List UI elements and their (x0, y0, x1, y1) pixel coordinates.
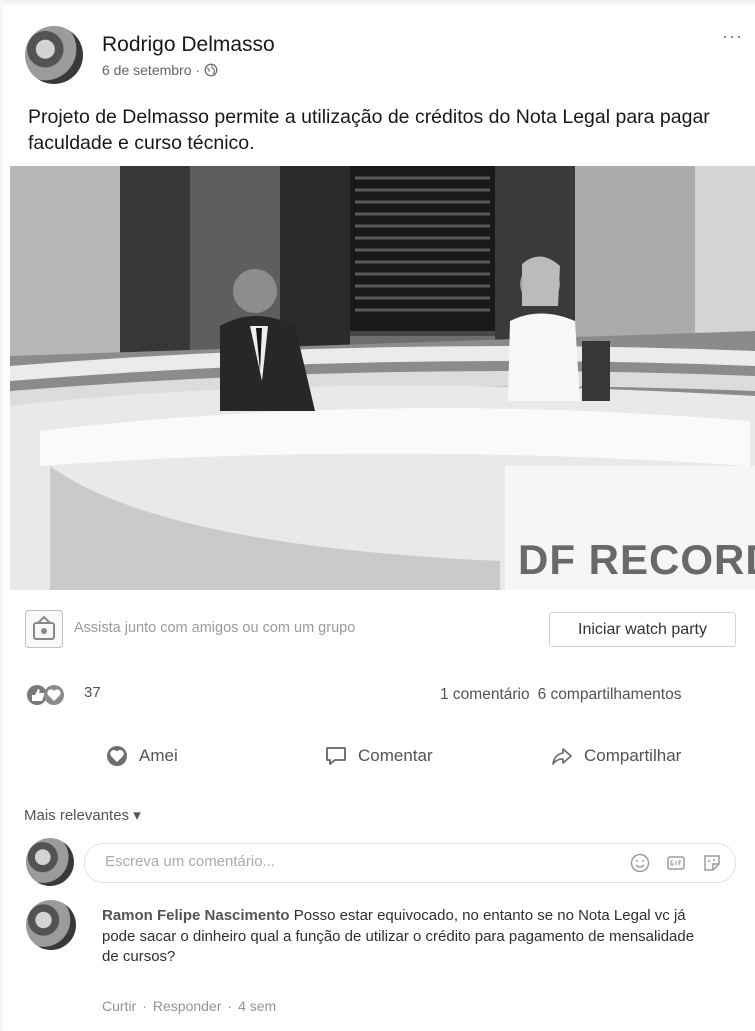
reactions-icons[interactable] (25, 683, 85, 707)
channel-logo: DF RECORD (518, 536, 755, 583)
post-meta: 6 de setembro · (102, 62, 218, 78)
comment-time[interactable]: 4 sem (238, 998, 276, 1014)
like-comment-link[interactable]: Curtir (102, 998, 136, 1014)
reactions-count[interactable]: 37 (84, 684, 101, 701)
share-icon (552, 748, 572, 765)
love-button[interactable]: Amei (105, 744, 178, 768)
post-date[interactable]: 6 de setembro (102, 62, 192, 78)
gif-icon[interactable] (665, 852, 687, 874)
page-edge (0, 0, 3, 1031)
comment-actions-separator: · (227, 998, 233, 1014)
reply-link[interactable]: Responder (153, 998, 222, 1014)
love-label: Amei (139, 746, 178, 765)
meta-separator: · (195, 62, 201, 78)
more-options-button[interactable]: ··· (722, 26, 743, 47)
shares-count[interactable]: 6 compartilhamentos (538, 686, 682, 704)
current-user-avatar (26, 838, 74, 886)
comment-sort-dropdown[interactable]: Mais relevantes ▾ (24, 806, 141, 824)
share-button[interactable]: Compartilhar (550, 744, 681, 768)
comment-item: Ramon Felipe Nascimento Posso estar equi… (102, 906, 702, 968)
emoji-icon[interactable] (629, 852, 651, 874)
author-avatar[interactable] (25, 26, 83, 84)
start-watch-party-button[interactable]: Iniciar watch party (549, 612, 736, 647)
comment-button[interactable]: Comentar (324, 744, 433, 768)
video-player[interactable]: DF RECORD (10, 166, 755, 590)
scan-edge (0, 0, 755, 10)
sticker-icon[interactable] (701, 852, 723, 874)
composer-tools (629, 852, 723, 874)
author-name[interactable]: Rodrigo Delmasso (102, 33, 275, 57)
video-frame (10, 166, 755, 590)
commenter-avatar[interactable] (26, 900, 76, 950)
comment-author[interactable]: Ramon Felipe Nascimento (102, 907, 290, 924)
comment-actions: Curtir · Responder · 4 sem (102, 998, 276, 1014)
comment-input[interactable] (103, 852, 587, 871)
globe-icon (204, 63, 218, 77)
watch-party-prompt: Assista junto com amigos ou com um grupo (74, 620, 356, 636)
watch-party-icon (25, 610, 63, 648)
comment-label: Comentar (358, 746, 433, 765)
post-stats: 1 comentário 6 compartilhamentos (440, 686, 681, 704)
post-text: Projeto de Delmasso permite a utilização… (28, 106, 710, 154)
comments-count[interactable]: 1 comentário (440, 686, 530, 704)
comment-icon (326, 747, 346, 765)
heart-icon (107, 746, 127, 766)
comment-composer[interactable] (84, 843, 736, 883)
comment-actions-separator: · (142, 998, 147, 1014)
share-label: Compartilhar (584, 746, 682, 765)
